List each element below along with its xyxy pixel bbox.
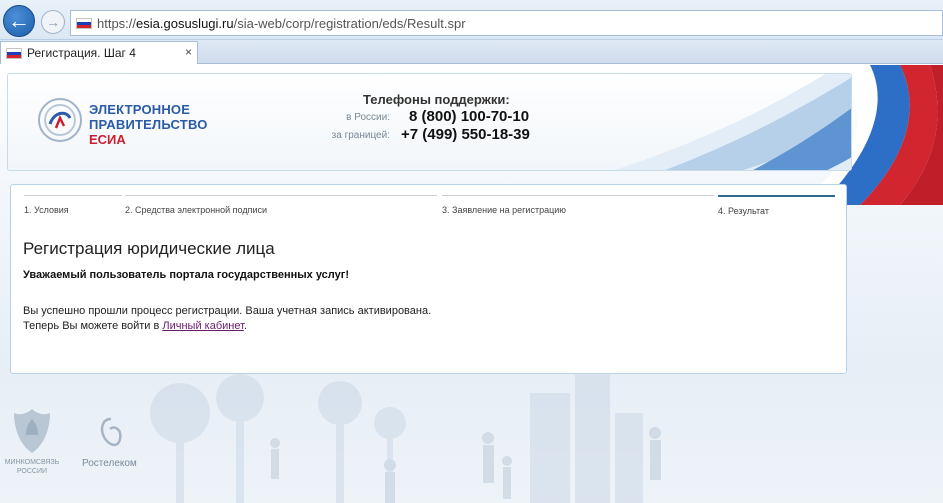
support-russia-label: в России: [346,112,390,123]
mincom-label: МИНКОМСВЯЗЬ РОССИИ [4,459,60,475]
personal-cabinet-link[interactable]: Личный кабинет [162,320,244,332]
greeting-text: Уважаемый пользователь портала государст… [23,269,349,281]
logo-title-line1: ЭЛЕКТРОННОЕ [89,102,191,117]
back-button[interactable]: ← [3,5,35,37]
registration-result-panel: 1. Условия 2. Средства электронной подпи… [10,184,847,374]
tab-registration[interactable]: Регистрация. Шаг 4 × [0,41,198,64]
site-header: ЭЛЕКТРОННОЕ ПРАВИТЕЛЬСТВО ЕСИА Телефоны … [7,73,852,171]
url-field[interactable]: https://esia.gosuslugi.ru/sia-web/corp/r… [70,10,943,36]
russia-flag-icon [6,48,22,59]
login-message: Теперь Вы можете войти в Личный кабинет. [23,320,247,332]
logo-title-line2: ПРАВИТЕЛЬСТВО [89,117,208,132]
support-abroad-phone: +7 (499) 550-18-39 [401,126,530,143]
support-title: Телефоны поддержки: [363,92,510,107]
tab-title: Регистрация. Шаг 4 [27,46,136,60]
rostelecom-logo-icon [100,417,122,447]
step-result: 4. Результат [718,195,835,219]
russia-flag-icon [76,18,92,29]
forward-arrow-icon: → [46,14,60,30]
city-silhouette-decoration [150,373,661,503]
success-message: Вы успешно прошли процесс регистрации. В… [23,305,432,317]
support-russia-phone: 8 (800) 100-70-10 [409,108,530,125]
forward-button[interactable]: → [41,10,65,34]
tab-bar: Регистрация. Шаг 4 × [0,40,943,64]
page: ЭЛЕКТРОННОЕ ПРАВИТЕЛЬСТВО ЕСИА Телефоны … [0,65,943,503]
url-text: https://esia.gosuslugi.ru/sia-web/corp/r… [97,16,466,31]
page-title: Регистрация юридические лица [23,239,275,258]
support-abroad-label: за границей: [331,130,390,141]
close-tab-icon[interactable]: × [185,45,192,59]
step-digital-signature: 2. Средства электронной подписи [125,195,437,219]
back-arrow-icon: ← [8,8,30,33]
browser-address-bar: ← → https://esia.gosuslugi.ru/sia-web/co… [0,0,943,40]
rostelecom-label: Ростелеком [82,458,137,469]
header-swoosh-decoration [614,74,851,170]
step-conditions: 1. Условия [24,195,122,219]
esia-logo-icon[interactable] [36,96,84,144]
logo-title-esia: ЕСИА [89,132,126,147]
step-application: 3. Заявление на регистрацию [442,195,714,219]
coat-of-arms-icon [14,409,50,453]
registration-steps: 1. Условия 2. Средства электронной подпи… [24,195,835,219]
